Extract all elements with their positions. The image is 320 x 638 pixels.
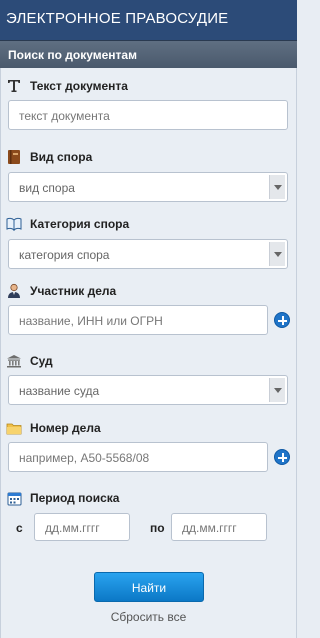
person-icon (6, 283, 22, 299)
add-case-number-button[interactable] (274, 449, 290, 465)
doc-text-placeholder: текст документа (19, 109, 110, 123)
date-from-placeholder: дд.мм.гггг (45, 521, 100, 535)
court-label: Суд (30, 354, 53, 368)
dispute-category-label: Категория спора (30, 217, 130, 231)
courthouse-icon (6, 353, 22, 369)
date-from-input[interactable]: дд.мм.гггг (34, 513, 130, 541)
date-to-input[interactable]: дд.мм.гггг (171, 513, 267, 541)
chevron-down-icon (274, 388, 282, 393)
court-dropdown-button[interactable] (269, 378, 285, 402)
reset-link[interactable]: Сбросить все (0, 610, 297, 624)
case-number-input[interactable]: например, А50-5568/08 (8, 442, 268, 472)
participant-label: Участник дела (30, 284, 117, 298)
panel-title: Поиск по документам (8, 48, 137, 62)
folder-icon (6, 420, 22, 436)
participant-input[interactable]: название, ИНН или ОГРН (8, 305, 268, 335)
date-from-label: с (16, 521, 23, 535)
dispute-category-dropdown-button[interactable] (269, 242, 285, 266)
doc-text-input[interactable]: текст документа (8, 100, 288, 130)
dispute-type-select[interactable]: вид спора (8, 172, 288, 202)
case-number-label-row: Номер дела (6, 419, 101, 437)
participant-placeholder: название, ИНН или ОГРН (19, 314, 163, 328)
dispute-category-select[interactable]: категория спора (8, 239, 288, 269)
open-book-icon (6, 216, 22, 232)
date-to-label: по (150, 521, 165, 535)
period-label: Период поиска (30, 491, 120, 505)
chevron-down-icon (274, 185, 282, 190)
app-title: ЭЛЕКТРОННОЕ ПРАВОСУДИЕ (6, 10, 229, 27)
dispute-type-label: Вид спора (30, 150, 93, 164)
app-header: ЭЛЕКТРОННОЕ ПРАВОСУДИЕ (0, 0, 297, 40)
court-label-row: Суд (6, 352, 53, 370)
add-participant-button[interactable] (274, 312, 290, 328)
dispute-type-label-row: Вид спора (6, 148, 92, 166)
court-select[interactable]: название суда (8, 375, 288, 405)
dispute-type-dropdown-button[interactable] (269, 175, 285, 199)
search-button[interactable]: Найти (94, 572, 204, 602)
period-label-row: Период поиска (6, 489, 119, 507)
doc-text-label-row: Текст документа (6, 77, 128, 95)
book-icon (6, 149, 22, 165)
case-number-label: Номер дела (30, 421, 101, 435)
date-to-placeholder: дд.мм.гггг (182, 521, 237, 535)
court-placeholder: название суда (19, 384, 100, 398)
letter-t-icon (6, 78, 22, 94)
search-button-label: Найти (131, 581, 167, 595)
dispute-category-label-row: Категория спора (6, 215, 129, 233)
dispute-category-placeholder: категория спора (19, 248, 110, 262)
chevron-down-icon (274, 252, 282, 257)
dispute-type-placeholder: вид спора (19, 181, 75, 195)
doc-text-label: Текст документа (30, 79, 128, 93)
calendar-icon (6, 490, 22, 506)
case-number-placeholder: например, А50-5568/08 (19, 451, 150, 465)
participant-label-row: Участник дела (6, 282, 116, 300)
panel-header: Поиск по документам (0, 40, 297, 68)
